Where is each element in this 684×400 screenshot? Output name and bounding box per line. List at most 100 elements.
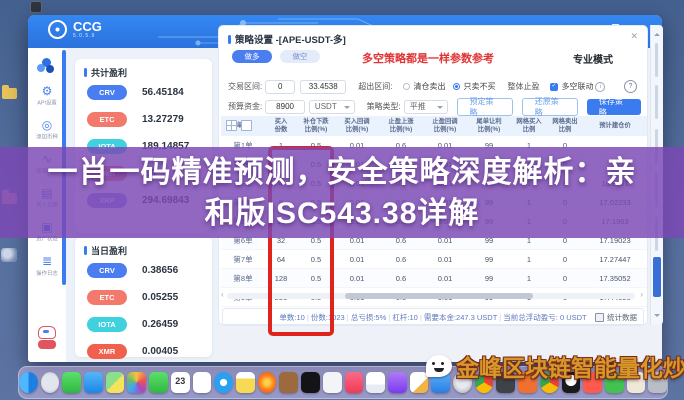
dock-icon-notes[interactable] bbox=[236, 372, 255, 393]
strategy-panel-title: 策略设置 -[APE-USDT-多] bbox=[235, 32, 346, 46]
dock-icon-messages[interactable] bbox=[62, 372, 81, 393]
dock-icon-safari[interactable] bbox=[214, 372, 233, 393]
tab-short[interactable]: 做空 bbox=[280, 50, 320, 63]
strip-scroll-down-icon[interactable] bbox=[654, 314, 660, 320]
today-profit-card: 当日盈利 CRV0.38656ETC0.05255IOTA0.26459XMR0… bbox=[75, 237, 212, 357]
dock-icon-photos[interactable] bbox=[127, 372, 146, 393]
table-cell: 第7单 bbox=[221, 250, 265, 269]
overall-tp-label: 整体止盈 bbox=[507, 81, 539, 92]
stats-checkbox-icon[interactable] bbox=[595, 313, 604, 322]
dock-icon-calendar[interactable]: 23 bbox=[171, 372, 190, 393]
tab-long[interactable]: 做多 bbox=[232, 50, 272, 63]
stats-data-toggle[interactable]: 统计数据 bbox=[595, 312, 637, 323]
coin-badge: ETC bbox=[87, 112, 127, 127]
table-cell: 0.6 bbox=[379, 269, 423, 288]
scroll-left-icon[interactable]: ‹ bbox=[221, 290, 224, 299]
radio-sell-only[interactable] bbox=[453, 83, 460, 90]
table-cell: 99 bbox=[467, 250, 511, 269]
dock-icon-mail[interactable] bbox=[84, 372, 103, 393]
range-min-input[interactable]: 0 bbox=[265, 80, 295, 94]
operation-log-icon: ≣ bbox=[28, 254, 66, 268]
table-header: 止盈回调 比例(%) bbox=[423, 116, 467, 136]
dock-icon-keyboard[interactable] bbox=[323, 372, 342, 393]
table-header: 网格卖出 比例 bbox=[547, 116, 583, 136]
watermark-text: 金峰区块链智能量化炒市 bbox=[456, 349, 684, 383]
dock-icon-launchpad[interactable] bbox=[41, 372, 60, 393]
table-header: 预计建仓价 bbox=[583, 116, 647, 136]
today-profit-title: 当日盈利 bbox=[91, 244, 127, 257]
coin-badge: XMR bbox=[87, 344, 127, 359]
linkage-checkbox[interactable] bbox=[550, 83, 558, 91]
sidebar-item-label: API设置 bbox=[30, 98, 64, 106]
strip-scroll-up-icon[interactable] bbox=[654, 30, 660, 36]
caption-line-1: 一肖一码精准预测，安全策略深度解析：亲 bbox=[0, 152, 684, 193]
stats-segment: 当前总浮动盈亏: 0 USDT bbox=[503, 313, 586, 322]
restore-strategy-button[interactable]: 还原策略 bbox=[522, 98, 578, 116]
dock-icon-appletv[interactable] bbox=[301, 372, 320, 393]
dock-icon-firefox[interactable] bbox=[258, 372, 277, 393]
strategy-type-select[interactable]: 平推 bbox=[404, 100, 448, 114]
scroll-right-icon[interactable]: › bbox=[640, 290, 643, 299]
strip-selected-item[interactable] bbox=[653, 257, 661, 297]
table-cell: 0.6 bbox=[379, 250, 423, 269]
radio-sell-only-label[interactable]: 只卖不买 bbox=[463, 81, 495, 92]
currency-select[interactable]: USDT bbox=[309, 100, 355, 114]
table-cell: 1 bbox=[511, 250, 547, 269]
desktop-shortcut-icon[interactable] bbox=[30, 1, 42, 13]
expand-all-icon[interactable] bbox=[226, 120, 237, 131]
coin-badge: IOTA bbox=[87, 317, 127, 332]
folder-icon[interactable] bbox=[2, 88, 17, 99]
table-cell: 0.01 bbox=[335, 250, 379, 269]
dock-icon-analytics[interactable] bbox=[366, 372, 385, 393]
dock-icon-facetime[interactable] bbox=[149, 372, 168, 393]
dock-icon-podcasts[interactable] bbox=[388, 372, 407, 393]
desktop-app-icon[interactable] bbox=[1, 248, 17, 262]
dock-icon-maps[interactable] bbox=[106, 372, 125, 393]
total-profit-title: 共计盈利 bbox=[91, 66, 127, 79]
preset-strategy-button[interactable]: 预定策略 bbox=[457, 98, 513, 116]
dock-icon-reminders[interactable] bbox=[193, 372, 212, 393]
table-header: 止盈上涨 比例(%) bbox=[379, 116, 423, 136]
table-header: 买入 份数 bbox=[265, 116, 297, 136]
title-bar-accent bbox=[84, 246, 87, 255]
table-cell: 0.01 bbox=[423, 269, 467, 288]
budget-label: 预算资金: bbox=[228, 101, 262, 112]
scrollbar-thumb[interactable] bbox=[345, 293, 533, 299]
caption-overlay: 一肖一码精准预测，安全策略深度解析：亲 和版ISC543.38详解 bbox=[0, 147, 684, 238]
table-cell: 99 bbox=[467, 269, 511, 288]
save-strategy-button[interactable]: 保存策略 bbox=[587, 99, 641, 115]
radio-clear-sell-label[interactable]: 清仓卖出 bbox=[413, 81, 445, 92]
coin-badge: ETC bbox=[87, 290, 127, 305]
watermark: 金峰区块链智能量化炒市 bbox=[426, 349, 684, 383]
profit-value: 0.26459 bbox=[142, 319, 178, 330]
coin-badge: CRV bbox=[87, 263, 127, 278]
dock-icon-music[interactable] bbox=[345, 372, 364, 393]
sidebar-item-operation-log[interactable]: ≣操作日志 bbox=[28, 254, 66, 288]
add-coin-icon: ◎ bbox=[28, 118, 66, 132]
panel-close-icon[interactable]: ✕ bbox=[630, 31, 638, 42]
dock-icon-finder[interactable] bbox=[19, 372, 38, 393]
sidebar-logo-icon bbox=[37, 58, 55, 74]
range-max-input[interactable]: 33.4538 bbox=[300, 80, 346, 94]
info-icon[interactable]: i bbox=[595, 82, 605, 92]
collapse-all-icon[interactable] bbox=[241, 120, 252, 131]
profit-value: 0.00405 bbox=[142, 346, 178, 357]
strip-item bbox=[655, 43, 658, 77]
out-of-range-label: 超出区间: bbox=[358, 81, 392, 92]
strip-item bbox=[655, 85, 658, 119]
radio-clear-sell[interactable] bbox=[403, 83, 410, 90]
robot-mascot[interactable] bbox=[36, 326, 58, 350]
api-settings-icon: ⚙ bbox=[28, 84, 66, 98]
profit-value: 13.27279 bbox=[142, 114, 184, 125]
pro-mode-toggle[interactable]: 专业模式 bbox=[573, 51, 613, 66]
sidebar-item-api-settings[interactable]: ⚙API设置 bbox=[28, 84, 66, 118]
coin-badge: CRV bbox=[87, 85, 127, 100]
linkage-label[interactable]: 多空联动 bbox=[561, 81, 593, 92]
dock-icon-stickies[interactable] bbox=[279, 372, 298, 393]
stats-segment: 总亏损:5% bbox=[351, 313, 386, 322]
ccg-logo-icon bbox=[48, 20, 67, 39]
help-icon[interactable]: ? bbox=[624, 80, 637, 93]
title-bar-accent bbox=[228, 35, 231, 44]
budget-input[interactable]: 8900 bbox=[265, 100, 305, 114]
app-logo: CCG 5.0.5.9 bbox=[48, 20, 102, 39]
